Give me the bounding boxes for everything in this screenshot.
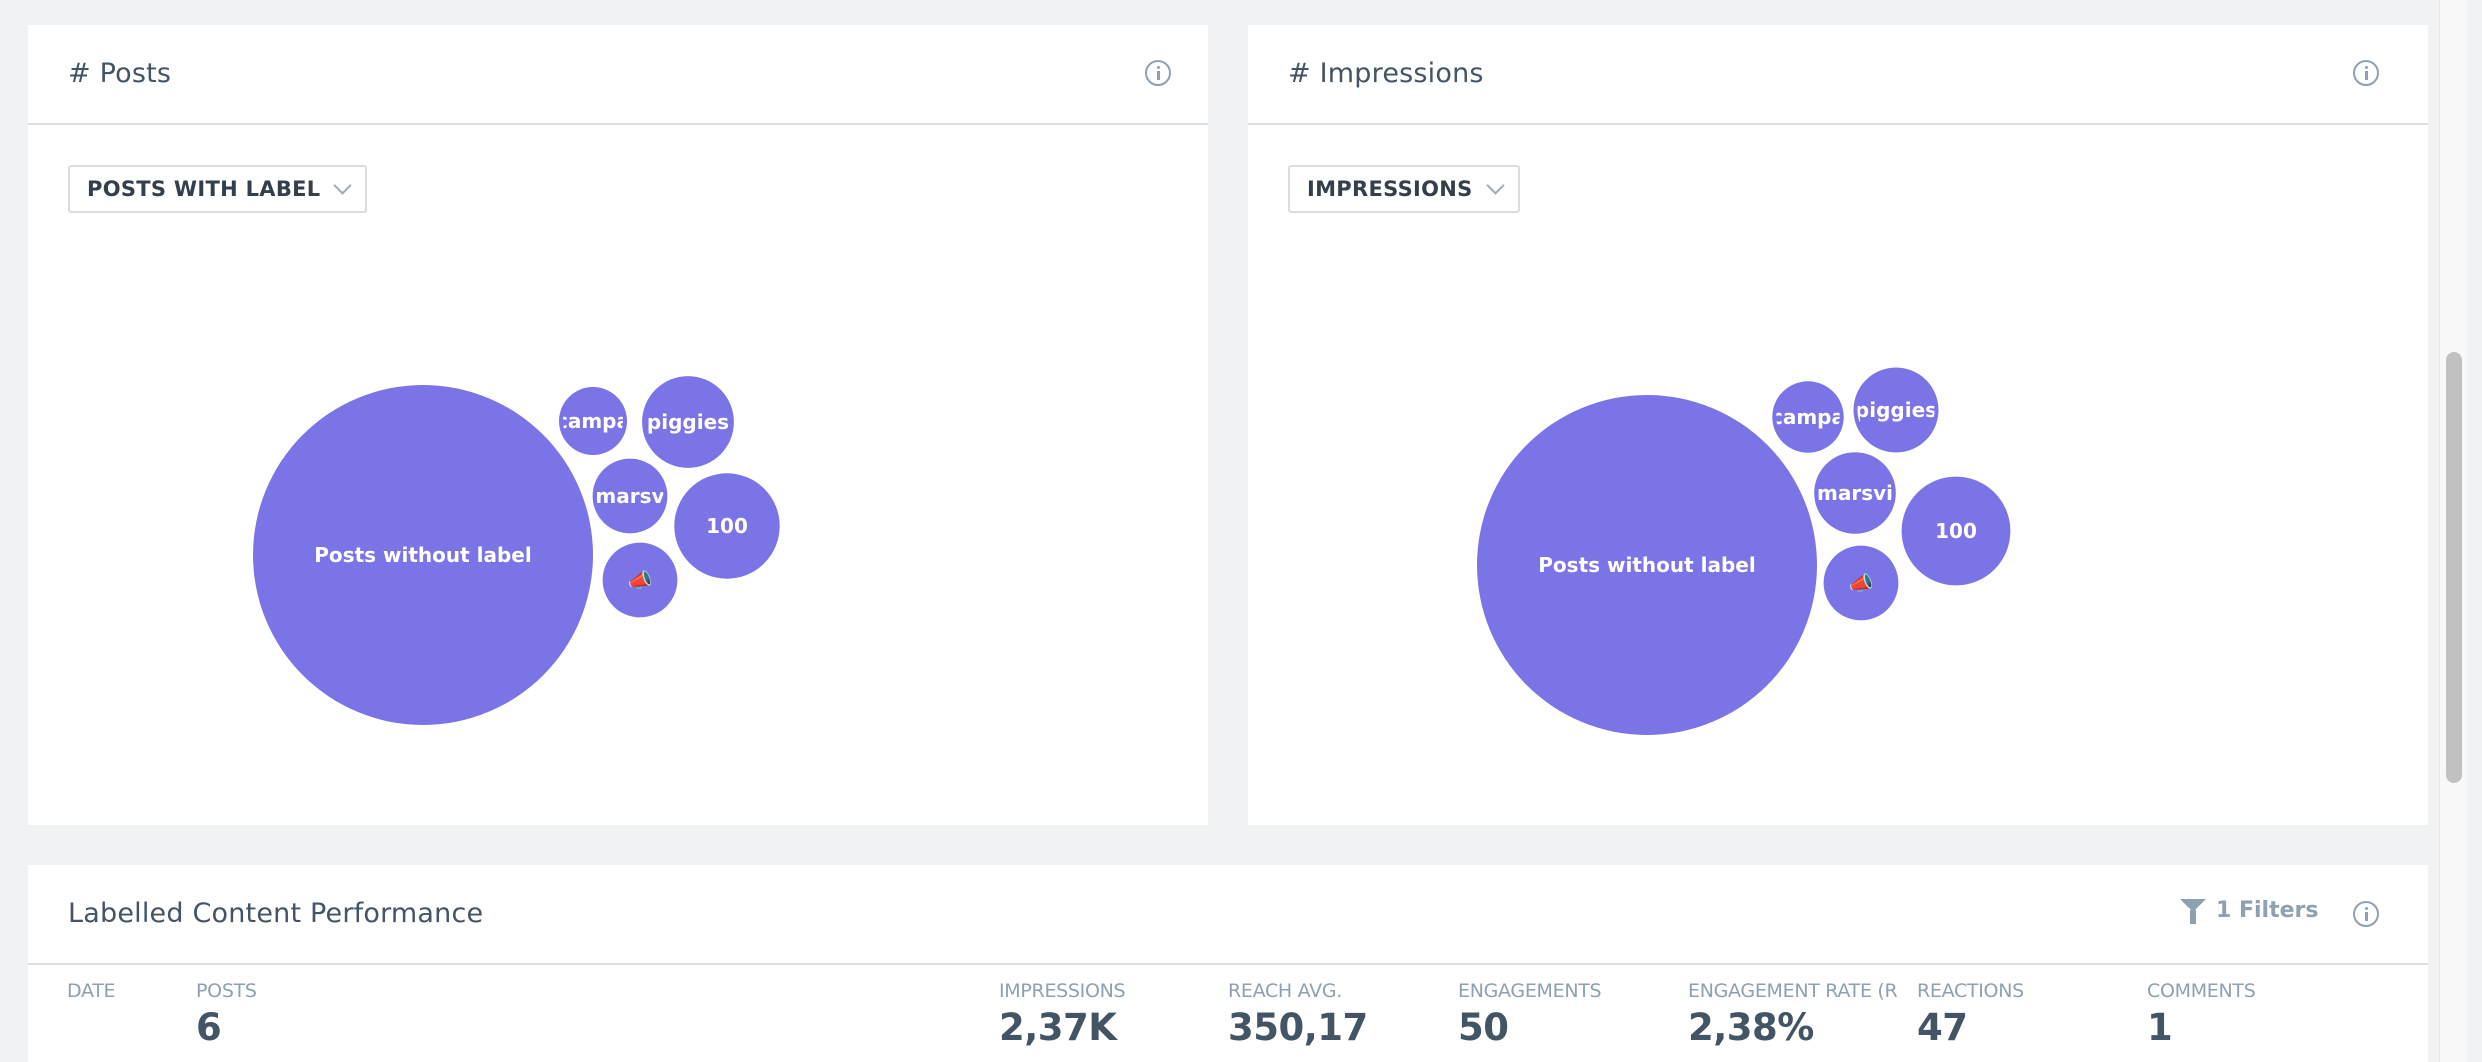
bubble[interactable]: 📣: [1823, 545, 1899, 621]
bubble[interactable]: Posts without label: [253, 385, 593, 725]
bubble[interactable]: 100: [674, 473, 780, 579]
metric-reach-avg: REACH AVG. 350,17: [1228, 980, 1368, 1049]
bubble-label: marsv: [595, 484, 664, 508]
metric-posts: POSTS 6: [196, 980, 257, 1049]
metric-value: 2,37K: [999, 1006, 1117, 1049]
metric-label: COMMENTS: [2147, 980, 2256, 1002]
bubble-label: 100: [1935, 519, 1977, 543]
bubble[interactable]: marsv: [592, 458, 668, 534]
bubble-label: 📣: [1849, 571, 1874, 595]
metric-label: POSTS: [196, 980, 257, 1002]
info-icon[interactable]: [2353, 901, 2379, 927]
bubble-label: 📣: [628, 568, 653, 592]
metric-comments: COMMENTS 1: [2147, 980, 2256, 1049]
metric-value: 50: [1458, 1006, 1509, 1049]
bubble-label: piggies: [647, 410, 729, 434]
metric-label: ENGAGEMENTS: [1458, 980, 1602, 1002]
metric-engagements: ENGAGEMENTS 50: [1458, 980, 1602, 1049]
metric-impressions: IMPRESSIONS 2,37K: [999, 980, 1126, 1049]
metric-label: DATE: [67, 980, 116, 1002]
metric-label: REACH AVG.: [1228, 980, 1343, 1002]
bubble[interactable]: piggies: [642, 376, 734, 468]
bubble-label: campa: [1771, 405, 1845, 429]
performance-card-header: Labelled Content Performance: [28, 865, 2428, 965]
metric-value: 350,17: [1228, 1006, 1368, 1049]
bubble-label: Posts without label: [1538, 553, 1755, 577]
bubble-label: piggies: [1855, 398, 1937, 422]
metric-reactions: REACTIONS 47: [1917, 980, 2024, 1049]
filter-icon: [2180, 899, 2206, 924]
filters-button[interactable]: 1 Filters: [2180, 898, 2319, 924]
bubble[interactable]: campa: [556, 387, 630, 455]
bubble-label: campa: [556, 409, 630, 433]
bubble[interactable]: 100: [1901, 476, 2011, 586]
bubble[interactable]: Posts without label: [1477, 395, 1817, 735]
bubble[interactable]: 📣: [602, 542, 678, 618]
metric-value: 47: [1917, 1006, 1968, 1049]
filters-label: 1 Filters: [2216, 898, 2319, 923]
metric-value: 2,38%: [1688, 1006, 1814, 1049]
metric-value: 1: [2147, 1006, 2173, 1049]
metric-label: REACTIONS: [1917, 980, 2024, 1002]
scrollbar-thumb[interactable]: [2446, 352, 2462, 783]
bubble-label: Posts without label: [314, 543, 531, 567]
metric-label: ENGAGEMENT RATE (R: [1688, 980, 1898, 1002]
metric-value: 6: [196, 1006, 222, 1049]
bubble-label: 100: [706, 514, 748, 538]
metric-label: IMPRESSIONS: [999, 980, 1126, 1002]
bubble[interactable]: piggies: [1853, 367, 1939, 453]
performance-card-title: Labelled Content Performance: [68, 898, 484, 929]
metric-date: DATE: [67, 980, 116, 1006]
metric-engagement-rate: ENGAGEMENT RATE (R 2,38%: [1688, 980, 1913, 1049]
bubble[interactable]: marsvi: [1814, 452, 1896, 534]
bubble[interactable]: campa: [1771, 381, 1845, 453]
bubble-label: marsvi: [1817, 481, 1893, 505]
